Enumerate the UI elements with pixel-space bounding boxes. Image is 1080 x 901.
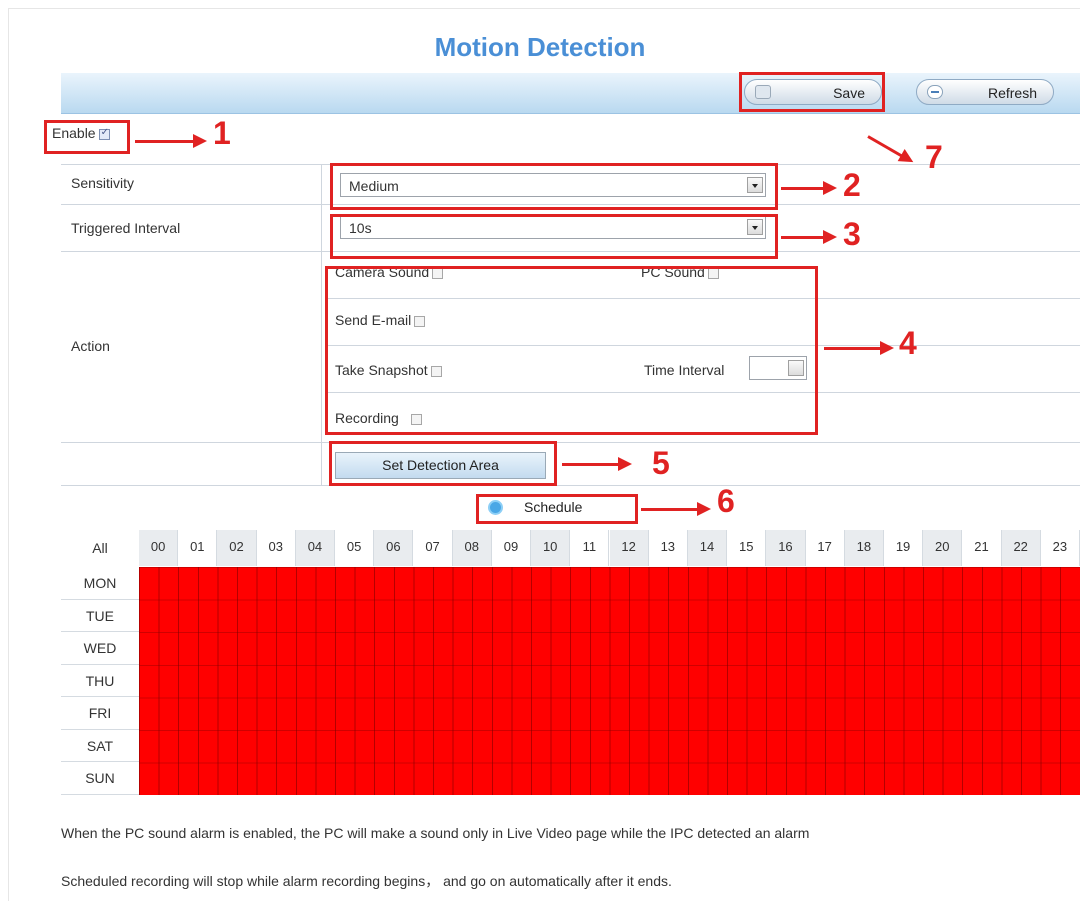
action-label: Action xyxy=(71,338,110,354)
all-days-button[interactable]: All xyxy=(61,540,139,556)
annotation-box-2 xyxy=(330,163,778,210)
refresh-button[interactable]: Refresh xyxy=(916,79,1054,105)
hour-header-02[interactable]: 02 xyxy=(217,530,257,566)
hour-header-17[interactable]: 17 xyxy=(805,530,845,566)
refresh-icon xyxy=(927,85,943,99)
page-title: Motion Detection xyxy=(434,32,646,62)
annotation-box-1 xyxy=(44,120,130,154)
schedule-cells[interactable] xyxy=(139,567,1080,795)
hour-header-06[interactable]: 06 xyxy=(374,530,414,566)
annotation-number-2: 2 xyxy=(843,167,861,203)
annotation-number-1: 1 xyxy=(213,115,231,151)
hour-header-00[interactable]: 00 xyxy=(139,530,179,566)
annotation-arrow-1 xyxy=(135,134,207,148)
sensitivity-label: Sensitivity xyxy=(71,175,135,191)
annotation-number-3: 3 xyxy=(843,216,861,252)
hour-header-04[interactable]: 04 xyxy=(295,530,336,566)
annotation-arrow-2 xyxy=(781,181,837,195)
hour-header-07[interactable]: 07 xyxy=(413,530,453,566)
hour-header-23[interactable]: 23 xyxy=(1040,530,1080,566)
day-header-tue[interactable]: TUE xyxy=(61,600,139,633)
annotation-arrow-3 xyxy=(781,230,837,244)
hour-header-16[interactable]: 16 xyxy=(766,530,806,566)
day-header-sun[interactable]: SUN xyxy=(61,762,139,795)
annotation-number-5: 5 xyxy=(652,445,670,481)
hour-header-05[interactable]: 05 xyxy=(335,530,375,566)
hour-header-01[interactable]: 01 xyxy=(178,530,218,566)
day-header-wed[interactable]: WED xyxy=(61,632,139,665)
annotation-number-6: 6 xyxy=(717,483,735,519)
annotation-number-4: 4 xyxy=(899,325,917,361)
annotation-box-3 xyxy=(330,214,778,259)
day-header-mon[interactable]: MON xyxy=(61,567,139,600)
day-header-sat[interactable]: SAT xyxy=(61,730,139,763)
hour-header-03[interactable]: 03 xyxy=(256,530,296,566)
annotation-box-7 xyxy=(739,72,885,112)
hour-header-20[interactable]: 20 xyxy=(923,530,963,566)
hour-header-21[interactable]: 21 xyxy=(962,530,1002,566)
hour-header-14[interactable]: 14 xyxy=(687,530,728,566)
hour-header-10[interactable]: 10 xyxy=(531,530,571,566)
hour-header-15[interactable]: 15 xyxy=(727,530,767,566)
pc-sound-note: When the PC sound alarm is enabled, the … xyxy=(61,825,810,841)
toolbar: Save Refresh xyxy=(61,73,1080,114)
annotation-box-4 xyxy=(325,266,818,435)
recording-note: Scheduled recording will stop while alar… xyxy=(61,873,672,889)
day-header-thu[interactable]: THU xyxy=(61,665,139,698)
hour-header-09[interactable]: 09 xyxy=(491,530,532,566)
hour-header-11[interactable]: 11 xyxy=(570,530,610,566)
refresh-label: Refresh xyxy=(987,85,1037,101)
hour-header-22[interactable]: 22 xyxy=(1001,530,1041,566)
hour-header-13[interactable]: 13 xyxy=(648,530,688,566)
hour-header-08[interactable]: 08 xyxy=(452,530,492,566)
day-header-fri[interactable]: FRI xyxy=(61,697,139,730)
annotation-arrow-6 xyxy=(641,502,711,516)
hour-header-19[interactable]: 19 xyxy=(883,530,924,566)
annotation-arrow-5 xyxy=(562,457,632,471)
hour-header-12[interactable]: 12 xyxy=(609,530,649,566)
interval-label: Triggered Interval xyxy=(71,220,181,236)
annotation-box-6 xyxy=(476,494,638,524)
hour-header-18[interactable]: 18 xyxy=(844,530,884,566)
annotation-arrow-4 xyxy=(824,341,894,355)
annotation-number-7: 7 xyxy=(925,139,943,175)
annotation-box-5 xyxy=(329,441,557,486)
